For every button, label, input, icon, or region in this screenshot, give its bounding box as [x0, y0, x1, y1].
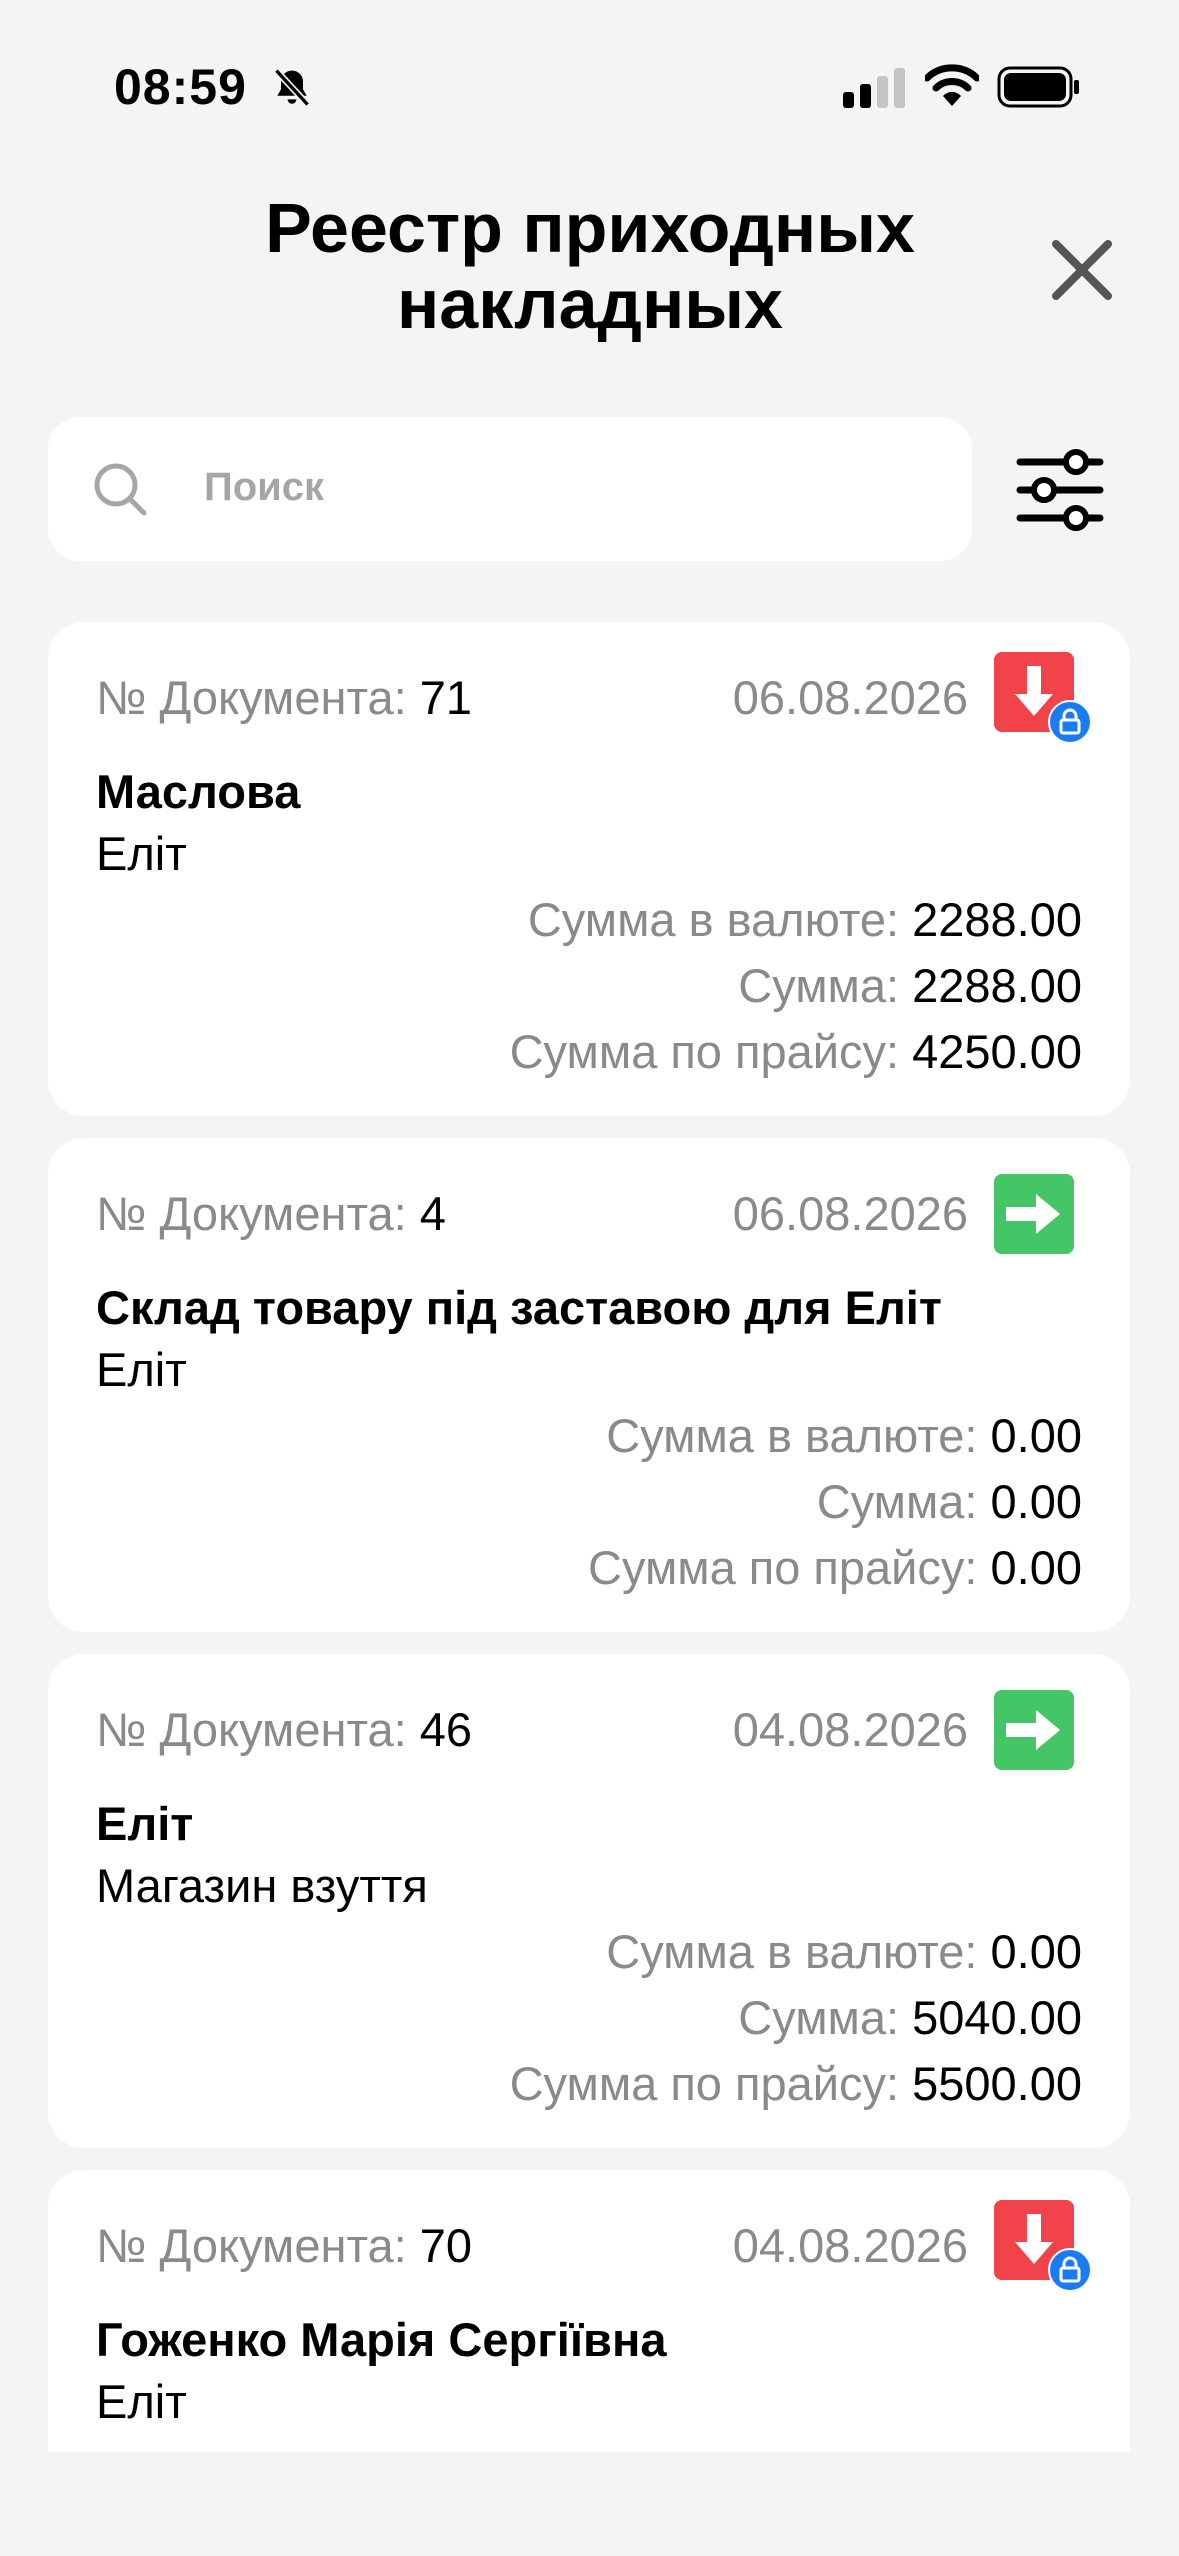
doc-number-row: № Документа: 70	[96, 2219, 472, 2272]
document-card[interactable]: № Документа: 70 04.08.2026 Гоженко Марія…	[48, 2170, 1130, 2452]
doc-date: 06.08.2026	[732, 671, 968, 724]
document-card[interactable]: № Документа: 71 06.08.2026 Маслова Еліт …	[48, 622, 1130, 1116]
bell-slash-icon	[273, 68, 311, 107]
sum-price-row: Сумма по прайсу: 5500.00	[509, 2057, 1082, 2110]
status-time: 08:59	[114, 59, 247, 115]
doc-number-row: № Документа: 71	[96, 671, 472, 724]
sum-price-row: Сумма по прайсу: 0.00	[588, 1541, 1082, 1594]
sum-currency-row: Сумма в валюте: 0.00	[606, 1925, 1082, 1978]
doc-number: 71	[419, 671, 472, 724]
doc-number: 70	[419, 2219, 472, 2272]
document-card[interactable]: № Документа: 4 06.08.2026 Склад товару п…	[48, 1138, 1130, 1632]
doc-date: 04.08.2026	[732, 1703, 968, 1756]
doc-date: 04.08.2026	[732, 2219, 968, 2272]
doc-date: 06.08.2026	[732, 1187, 968, 1240]
lock-icon	[1048, 2248, 1092, 2292]
doc-number-row: № Документа: 4	[96, 1187, 446, 1240]
doc-name: Гоженко Марія Сергіївна	[96, 2313, 667, 2366]
doc-subtitle: Магазин взуття	[96, 1859, 428, 1912]
lock-icon	[1048, 700, 1092, 744]
battery-icon	[997, 66, 1079, 108]
sum-row: Сумма: 5040.00	[738, 1991, 1082, 2044]
doc-number: 46	[419, 1703, 472, 1756]
sum-price-row: Сумма по прайсу: 4250.00	[509, 1025, 1082, 1078]
doc-subtitle: Еліт	[96, 1343, 187, 1396]
cellular-signal-icon	[843, 68, 905, 108]
doc-subtitle: Еліт	[96, 827, 187, 880]
search-input[interactable]: Поиск	[48, 417, 972, 561]
sum-currency-row: Сумма в валюте: 0.00	[606, 1409, 1082, 1462]
document-list[interactable]: № Документа: 71 06.08.2026 Маслова Еліт …	[0, 622, 1179, 2452]
status-bar: 08:59	[0, 0, 1179, 150]
sliders-icon[interactable]	[1010, 440, 1110, 540]
doc-number-row: № Документа: 46	[96, 1703, 472, 1756]
close-icon[interactable]	[1042, 230, 1122, 310]
document-card[interactable]: № Документа: 46 04.08.2026 Еліт Магазин …	[48, 1654, 1130, 2148]
sum-currency-row: Сумма в валюте: 2288.00	[527, 893, 1082, 946]
doc-name: Склад товару під заставою для Еліт	[96, 1281, 942, 1334]
doc-number: 4	[419, 1187, 446, 1240]
arrow-right-icon	[994, 1690, 1074, 1770]
sum-row: Сумма: 0.00	[816, 1475, 1082, 1528]
doc-subtitle: Еліт	[96, 2375, 187, 2428]
doc-name: Еліт	[96, 1797, 194, 1850]
search-placeholder: Поиск	[204, 465, 325, 509]
search-icon	[94, 463, 147, 516]
sum-row: Сумма: 2288.00	[738, 959, 1082, 1012]
arrow-right-icon	[994, 1174, 1074, 1254]
wifi-icon	[925, 64, 979, 106]
page-title: Реестр приходных накладных	[265, 189, 915, 343]
doc-name: Маслова	[96, 765, 301, 818]
